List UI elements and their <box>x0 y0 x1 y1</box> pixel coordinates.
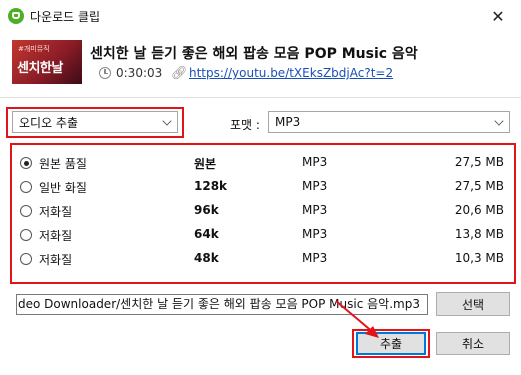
annotation-arrow-icon <box>335 300 379 338</box>
